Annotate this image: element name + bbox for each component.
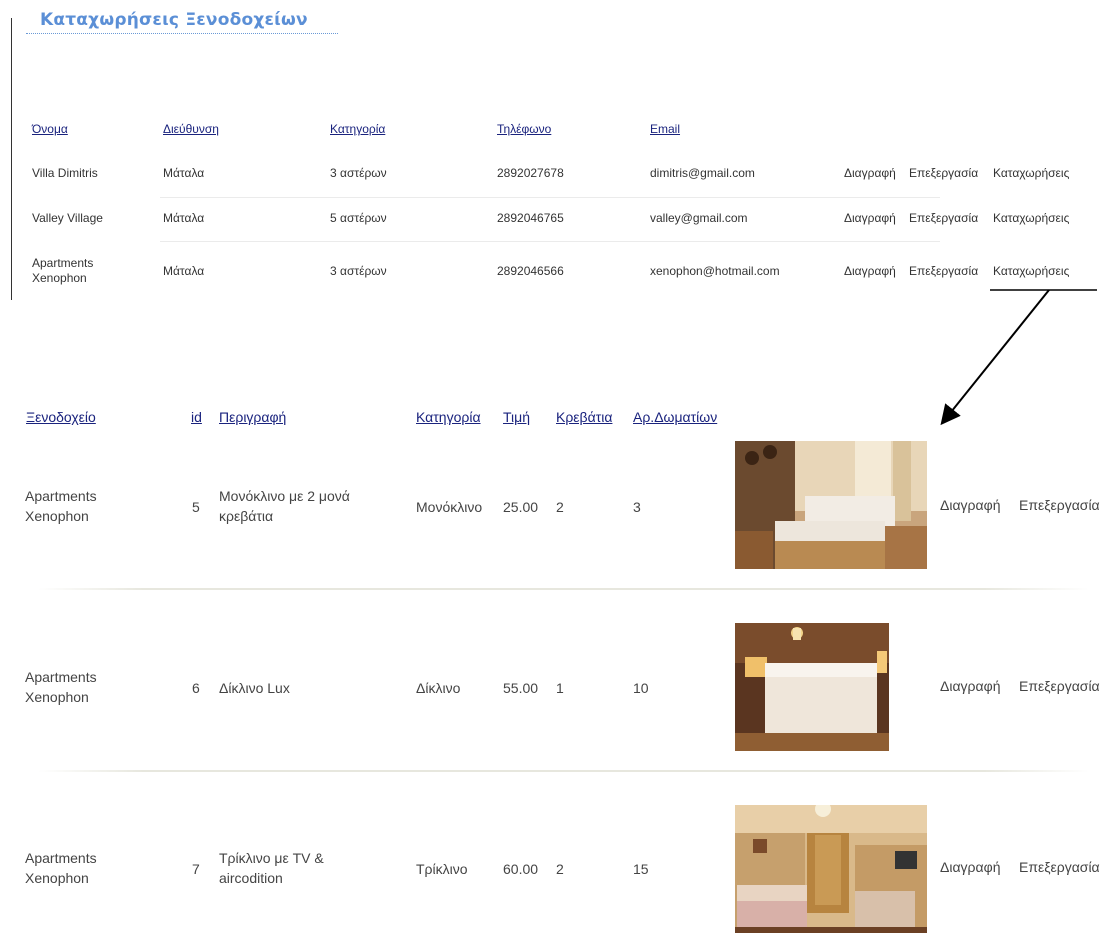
room-photo <box>735 441 927 569</box>
delete-link[interactable]: Διαγραφή <box>940 497 1000 513</box>
room-count: 3 <box>633 499 641 515</box>
header-description[interactable]: Περιγραφή <box>219 409 286 425</box>
room-photo <box>735 623 889 751</box>
room-count: 10 <box>633 680 649 696</box>
room-price: 60.00 <box>503 861 539 877</box>
room-description: Μονόκλινο με 2 μονά κρεβάτια <box>219 488 350 524</box>
room-hotel: Apartments Xenophon <box>25 850 97 886</box>
header-beds[interactable]: Κρεβάτια <box>556 409 612 425</box>
room-description: Δίκλινο Lux <box>219 680 290 696</box>
room-description: Τρίκλινο με TV & aircodition <box>219 850 324 886</box>
room-price: 25.00 <box>503 499 539 515</box>
delete-link[interactable]: Διαγραφή <box>940 678 1000 694</box>
delete-link[interactable]: Διαγραφή <box>940 859 1000 875</box>
room-id: 7 <box>192 861 200 877</box>
edit-link[interactable]: Επεξεργασία <box>1019 678 1100 694</box>
header-hotel[interactable]: Ξενοδοχείο <box>26 409 96 425</box>
room-price: 55.00 <box>503 680 539 696</box>
room-beds: 2 <box>556 499 564 515</box>
header-price[interactable]: Τιμή <box>503 409 530 425</box>
room-beds: 2 <box>556 861 564 877</box>
row-divider <box>38 770 1089 772</box>
room-hotel: Apartments Xenophon <box>25 488 97 524</box>
room-count: 15 <box>633 861 649 877</box>
room-hotel: Apartments Xenophon <box>25 669 97 705</box>
header-room-count[interactable]: Αρ.Δωματίων <box>633 409 717 425</box>
room-photo <box>735 805 927 933</box>
room-category: Μονόκλινο <box>416 499 483 515</box>
room-id: 5 <box>192 499 200 515</box>
room-category: Δίκλινο <box>416 680 461 696</box>
annotation-arrow <box>940 289 1097 426</box>
edit-link[interactable]: Επεξεργασία <box>1019 859 1100 875</box>
header-id[interactable]: id <box>191 409 202 425</box>
header-category[interactable]: Κατηγορία <box>416 409 481 425</box>
room-category: Τρίκλινο <box>416 861 468 877</box>
room-beds: 1 <box>556 680 564 696</box>
edit-link[interactable]: Επεξεργασία <box>1019 497 1100 513</box>
row-divider <box>38 588 1089 590</box>
room-id: 6 <box>192 680 200 696</box>
